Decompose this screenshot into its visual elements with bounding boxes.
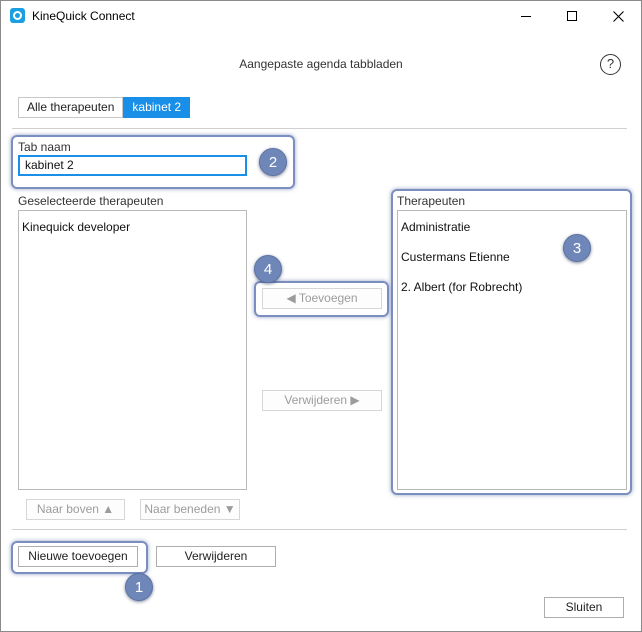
annotation-badge-1: 1 <box>125 573 153 601</box>
annotation-badge-3: 3 <box>563 234 591 262</box>
title-bar: KineQuick Connect <box>1 1 641 31</box>
annotation-badge-4: 4 <box>254 255 282 283</box>
window-title: KineQuick Connect <box>32 9 135 23</box>
close-button[interactable] <box>595 1 641 31</box>
annotation-highlight-1 <box>11 541 148 574</box>
maximize-button[interactable] <box>549 1 595 31</box>
help-icon[interactable]: ? <box>600 54 621 75</box>
divider <box>12 128 627 129</box>
selected-therapists-label: Geselecteerde therapeuten <box>18 194 164 208</box>
delete-tab-button[interactable]: Verwijderen <box>156 546 276 567</box>
minimize-button[interactable] <box>503 1 549 31</box>
page-title: Aangepaste agenda tabbladen <box>239 57 403 71</box>
annotation-badge-2: 2 <box>259 148 287 176</box>
list-item[interactable]: Kinequick developer <box>22 220 130 234</box>
move-down-button[interactable]: Naar beneden ▼ <box>140 499 240 520</box>
tab-kabinet-2[interactable]: kabinet 2 <box>123 97 191 118</box>
close-icon <box>612 10 624 22</box>
selected-therapists-list[interactable]: Kinequick developer <box>18 210 247 490</box>
app-window: KineQuick Connect Aangepaste agenda tabb… <box>0 0 642 632</box>
close-dialog-button[interactable]: Sluiten <box>544 597 624 618</box>
move-up-button[interactable]: Naar boven ▲ <box>26 499 125 520</box>
app-logo-icon <box>10 8 25 23</box>
tab-alle-therapeuten[interactable]: Alle therapeuten <box>18 97 124 118</box>
annotation-highlight-4 <box>254 281 389 317</box>
tab-bar: Alle therapeuten kabinet 2 <box>18 97 191 118</box>
divider <box>12 529 627 530</box>
minimize-icon <box>521 15 531 17</box>
annotation-highlight-2 <box>11 135 295 189</box>
annotation-highlight-3 <box>391 189 632 495</box>
remove-button[interactable]: Verwijderen ▶ <box>262 390 382 411</box>
maximize-icon <box>567 11 577 21</box>
